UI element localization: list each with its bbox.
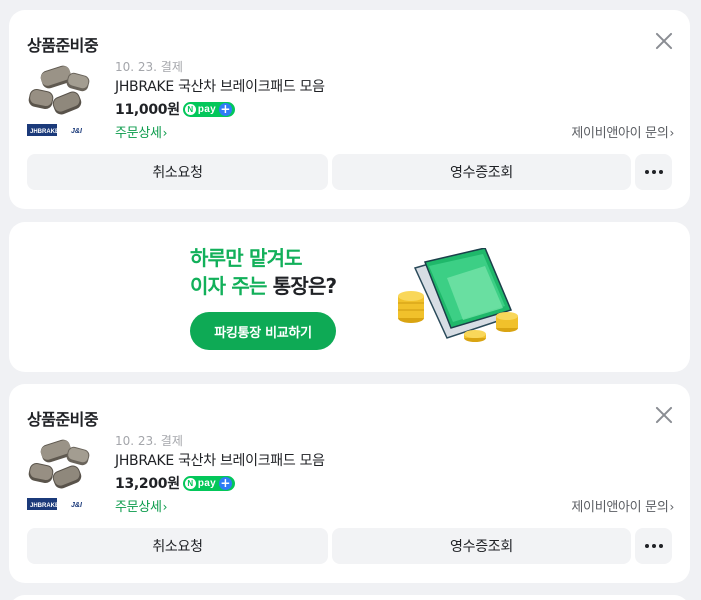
- product-thumbnail[interactable]: JHBRAKE J&I: [27, 436, 91, 512]
- order-status: 상품준비중: [27, 36, 99, 55]
- next-order-card-peek: [9, 595, 690, 600]
- banner-headline: 하루만 맡겨도 이자 주는 통장은?: [190, 244, 337, 300]
- thumb-brand-right: J&I: [71, 128, 83, 135]
- more-options-button[interactable]: [635, 154, 672, 190]
- chevron-right-icon: ›: [162, 500, 168, 514]
- order-card: 상품준비중 JHBRAKE J&I 10. 23. 결제 JHBRAKE 국산차…: [9, 10, 690, 209]
- order-links: 주문상세› 제이비앤아이 문의›: [115, 494, 674, 516]
- order-price: 13,200원: [115, 476, 180, 492]
- cancel-request-button[interactable]: 취소요청: [27, 154, 328, 190]
- order-links: 주문상세› 제이비앤아이 문의›: [115, 120, 674, 142]
- payment-date: 10. 23. 결제: [115, 60, 183, 74]
- thumb-brand-left: JHBRAKE: [30, 129, 59, 135]
- thumb-brand-right: J&I: [71, 502, 83, 509]
- seller-inquiry-link[interactable]: 제이비앤아이 문의›: [571, 496, 674, 515]
- price-row: 11,000원 Npay +: [115, 98, 674, 120]
- cancel-request-button[interactable]: 취소요청: [27, 528, 328, 564]
- product-title[interactable]: JHBRAKE 국산차 브레이크패드 모음: [115, 76, 674, 98]
- banner-line2-dark: 통장은?: [272, 274, 337, 298]
- product-title[interactable]: JHBRAKE 국산차 브레이크패드 모음: [115, 450, 674, 472]
- receipt-button[interactable]: 영수증조회: [332, 154, 631, 190]
- compare-parking-account-button[interactable]: 파킹통장 비교하기: [190, 312, 336, 350]
- payment-date: 10. 23. 결제: [115, 434, 183, 448]
- more-dots-icon: [644, 544, 663, 548]
- order-info: 10. 23. 결제 JHBRAKE 국산차 브레이크패드 모음 13,200원…: [115, 432, 674, 516]
- banner-line1: 하루만 맡겨도: [190, 246, 303, 270]
- product-thumbnail[interactable]: JHBRAKE J&I: [27, 62, 91, 138]
- thumb-brand-left: JHBRAKE: [30, 503, 59, 509]
- chevron-right-icon: ›: [162, 126, 168, 140]
- order-detail-link[interactable]: 주문상세›: [115, 496, 167, 515]
- more-options-button[interactable]: [635, 528, 672, 564]
- order-price: 11,000원: [115, 102, 180, 118]
- order-info: 10. 23. 결제 JHBRAKE 국산차 브레이크패드 모음 11,000원…: [115, 58, 674, 142]
- order-card: 상품준비중 JHBRAKE J&I 10. 23. 결제 JHBRAKE 국산차…: [9, 384, 690, 583]
- banner-line2-green: 이자 주는: [190, 274, 267, 298]
- seller-inquiry-link[interactable]: 제이비앤아이 문의›: [571, 122, 674, 141]
- close-icon[interactable]: [655, 406, 673, 424]
- bankbook-coins-illustration: [385, 247, 525, 348]
- order-status: 상품준비중: [27, 410, 99, 429]
- npay-badge-icon: Npay +: [182, 475, 235, 491]
- promo-banner[interactable]: 하루만 맡겨도 이자 주는 통장은? 파킹통장 비교하기: [9, 222, 690, 372]
- chevron-right-icon: ›: [669, 126, 675, 140]
- receipt-button[interactable]: 영수증조회: [332, 528, 631, 564]
- order-detail-link[interactable]: 주문상세›: [115, 122, 167, 141]
- price-row: 13,200원 Npay +: [115, 472, 674, 494]
- chevron-right-icon: ›: [669, 500, 675, 514]
- more-dots-icon: [644, 170, 663, 174]
- close-icon[interactable]: [655, 32, 673, 50]
- npay-badge-icon: Npay +: [182, 101, 235, 117]
